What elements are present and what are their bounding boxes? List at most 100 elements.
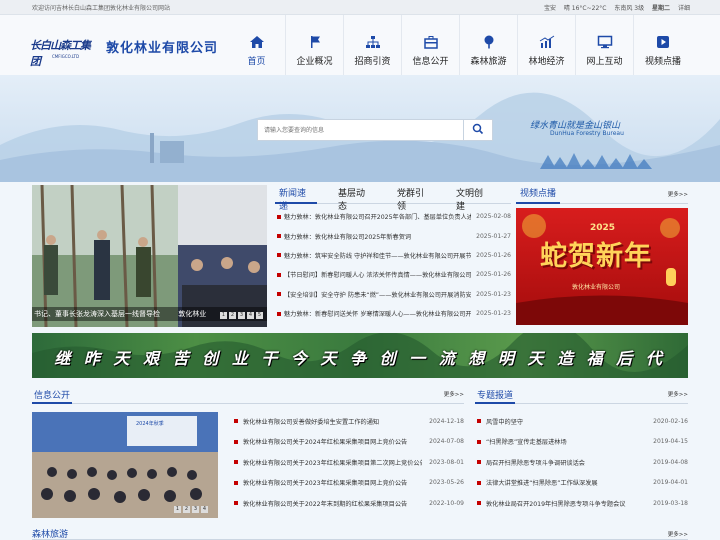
list-item[interactable]: 敦化林业有限公司关于2022年末到期的红松果采集项目公告 2022-10-09 <box>232 493 464 514</box>
featured-caption-text: 书记、董事长张龙涛深入基层一线督导检 <box>34 310 160 318</box>
bullet <box>277 292 281 297</box>
logo[interactable]: 长白山森工集团 CMFIGCO.LTD <box>30 35 98 68</box>
nav-label: 林地经济 <box>528 57 565 67</box>
nav-item-video[interactable]: 视频点播 <box>634 15 692 75</box>
bullet <box>277 214 281 219</box>
chart-icon <box>539 35 555 48</box>
news-list: 魅力敦林：敦化林业有限公司召开2025年各部门、基层单位负责人述职考评会议 202… <box>275 207 511 323</box>
search-icon <box>472 123 484 134</box>
list-item[interactable]: 局召开扫黑除恶专项斗争调研谈话会 2019-04-08 <box>475 452 688 473</box>
special-title: “扫黑除恶”宣传走基层进林场 <box>486 439 567 447</box>
bullet <box>277 234 281 239</box>
bullet <box>234 439 238 444</box>
poster-year: 2025 <box>590 223 616 233</box>
featured-photo <box>32 185 267 327</box>
special-section-title[interactable]: 专题报道 <box>475 386 516 404</box>
tab-party[interactable]: 党群引领 <box>393 184 435 212</box>
featured-photo-slider[interactable]: 书记、董事长张龙涛深入基层一线督导检 敦化林业 1 2 3 4 5 <box>32 185 267 327</box>
info-title: 敦化林业有限公司关于2023年红松果采集项目网上竞价公告 <box>243 480 408 488</box>
news-title: 魅力敦林：新春慰问送关怀 岁寒情深暖人心——敦化林业有限公司开展春节慰问 <box>284 311 471 319</box>
slider-dot[interactable]: 1 <box>174 506 181 513</box>
slogan-en: DunHua Forestry Bureau <box>550 130 624 137</box>
video-more-link[interactable]: 更多>> <box>668 190 688 198</box>
info-date: 2024-12-18 <box>429 417 464 425</box>
list-item[interactable]: “扫黑除恶”宣传走基层进林场 2019-04-15 <box>475 432 688 453</box>
news-date: 2025-01-27 <box>476 232 511 240</box>
info-photo[interactable]: 2024年秋季 1 2 3 4 <box>32 412 218 518</box>
tab-civilization[interactable]: 文明创建 <box>452 184 494 212</box>
video-poster[interactable]: 2025 蛇贺新年 敦化林业有限公司 <box>516 208 688 325</box>
slogan-strip: 继 昨 天 艰 苦 创 业 干 今 天 争 创 一 流 想 明 天 造 福 后 … <box>32 333 688 378</box>
company-name: 敦化林业有限公司 <box>106 41 219 56</box>
list-item[interactable]: 魅力敦林：敦化林业有限公司召开2025年各部门、基层单位负责人述职考评会议 202… <box>275 207 511 226</box>
slider-dot[interactable]: 4 <box>247 312 254 319</box>
list-item[interactable]: 敦化林业有限公司关于2024年红松果采集项目网上竞价公告 2024-07-08 <box>232 432 464 453</box>
home-icon <box>250 36 264 48</box>
slider-dot[interactable]: 2 <box>183 506 190 513</box>
news-tabs: 新闻速递 基层动态 党群引领 文明创建 <box>275 184 511 212</box>
slider-dot[interactable]: 4 <box>201 506 208 513</box>
main-nav: 首页 企业概况 招商引资 信息公开 森林旅游 林地经济 网上互动 视频点播 <box>228 15 692 75</box>
nav-item-forest-economy[interactable]: 林地经济 <box>518 15 576 75</box>
monitor-icon <box>597 35 613 49</box>
search-input[interactable] <box>257 119 463 141</box>
nav-item-investment[interactable]: 招商引资 <box>344 15 402 75</box>
welcome-text: 欢迎访问吉林长白山森工集团敦化林业有限公司网站 <box>32 5 171 12</box>
news-title: 【安全培训】安全守护 防患未“燃”——敦化林业有限公司开展消防安全培训 <box>284 291 471 299</box>
nav-item-info-public[interactable]: 信息公开 <box>402 15 460 75</box>
special-title: 风雪中的坚守 <box>486 418 524 426</box>
list-item[interactable]: 敦化林业有限公司关于2023年红松果采集项目第二次网上竞价公告 2023-08-0… <box>232 452 464 473</box>
list-item[interactable]: 敦化林业有限公司妥善做好委培生安置工作的通知 2024-12-18 <box>232 411 464 432</box>
slider-dot[interactable]: 2 <box>229 312 236 319</box>
info-title: 敦化林业有限公司关于2023年红松果采集项目第二次网上竞价公告 <box>243 459 422 467</box>
weather-condition: 晴 16°C~22°C <box>563 5 607 12</box>
play-icon <box>657 36 669 48</box>
weather-detail-link[interactable]: 详细 <box>678 5 690 12</box>
slider-dot[interactable]: 3 <box>238 312 245 319</box>
poster-subtitle: 敦化林业有限公司 <box>572 284 621 291</box>
forest-more-link[interactable]: 更多>> <box>668 530 688 538</box>
info-section-header: 信息公开 更多>> <box>32 386 464 404</box>
special-list: 风雪中的坚守 2020-02-16 “扫黑除恶”宣传走基层进林场 2019-04-1… <box>475 411 688 514</box>
news-date: 2025-01-26 <box>476 271 511 279</box>
special-more-link[interactable]: 更多>> <box>668 390 688 398</box>
news-date: 2025-02-08 <box>476 213 511 221</box>
bullet <box>234 419 238 424</box>
list-item[interactable]: 风雪中的坚守 2020-02-16 <box>475 411 688 432</box>
special-title: 局召开扫黑除恶专项斗争调研谈话会 <box>486 459 585 467</box>
list-item[interactable]: 魅力敦林：筑牢安全防线 守护祥和佳节——敦化林业有限公司开展节前安全检查 2025… <box>275 246 511 265</box>
list-item[interactable]: 魅力敦林：新春慰问送关怀 岁寒情深暖人心——敦化林业有限公司开展春节慰问 2025… <box>275 304 511 323</box>
search-button[interactable] <box>463 119 493 141</box>
nav-item-forest-tourism[interactable]: 森林旅游 <box>460 15 518 75</box>
flag-icon <box>311 36 320 48</box>
bullet <box>234 460 238 465</box>
info-section-title[interactable]: 信息公开 <box>32 386 73 404</box>
poster-title: 蛇贺新年 <box>540 241 652 272</box>
list-item[interactable]: 魅力敦林：敦化林业有限公司2025年新春贺词 2025-01-27 <box>275 226 511 245</box>
slider-dot[interactable]: 5 <box>256 312 263 319</box>
slider-dots: 1 2 3 4 5 <box>220 312 263 319</box>
list-item[interactable]: 【节日慰问】新春慰问暖人心 浓浓关怀传真情——敦化林业有限公司开展春节走访慰问 2… <box>275 265 511 284</box>
tab-grassroots[interactable]: 基层动态 <box>334 184 376 212</box>
weather-wind: 东南风 3级 <box>614 5 645 12</box>
info-list: 敦化林业有限公司妥善做好委培生安置工作的通知 2024-12-18 敦化林业有限公… <box>232 411 464 514</box>
nav-item-home[interactable]: 首页 <box>228 15 286 75</box>
video-section-header: 视频点播 更多>> <box>516 184 688 204</box>
briefcase-icon <box>424 36 438 49</box>
nav-item-interaction[interactable]: 网上互动 <box>576 15 634 75</box>
list-item[interactable]: 【安全培训】安全守护 防患未“燃”——敦化林业有限公司开展消防安全培训 2025-… <box>275 285 511 304</box>
list-item[interactable]: 敦化林业局召开2019年扫黑除恶专项斗争专题会议 2019-03-18 <box>475 493 688 514</box>
forest-section-title[interactable]: 森林旅游 <box>32 530 68 540</box>
list-item[interactable]: 敦化林业有限公司关于2023年红松果采集项目网上竞价公告 2023-05-26 <box>232 473 464 494</box>
nav-item-overview[interactable]: 企业概况 <box>286 15 344 75</box>
slider-dot[interactable]: 3 <box>192 506 199 513</box>
news-date: 2025-01-26 <box>476 251 511 259</box>
tab-news-express[interactable]: 新闻速递 <box>275 184 317 212</box>
list-item[interactable]: 法律大讲堂推进“扫黑除恶”工作纵深发展 2019-04-01 <box>475 473 688 494</box>
special-section-header: 专题报道 更多>> <box>475 386 688 404</box>
tab-video[interactable]: 视频点播 <box>516 184 561 204</box>
info-more-link[interactable]: 更多>> <box>444 390 464 398</box>
slider-dot[interactable]: 1 <box>220 312 227 319</box>
info-title: 敦化林业有限公司关于2024年红松果采集项目网上竞价公告 <box>243 439 408 447</box>
bullet <box>477 501 481 506</box>
